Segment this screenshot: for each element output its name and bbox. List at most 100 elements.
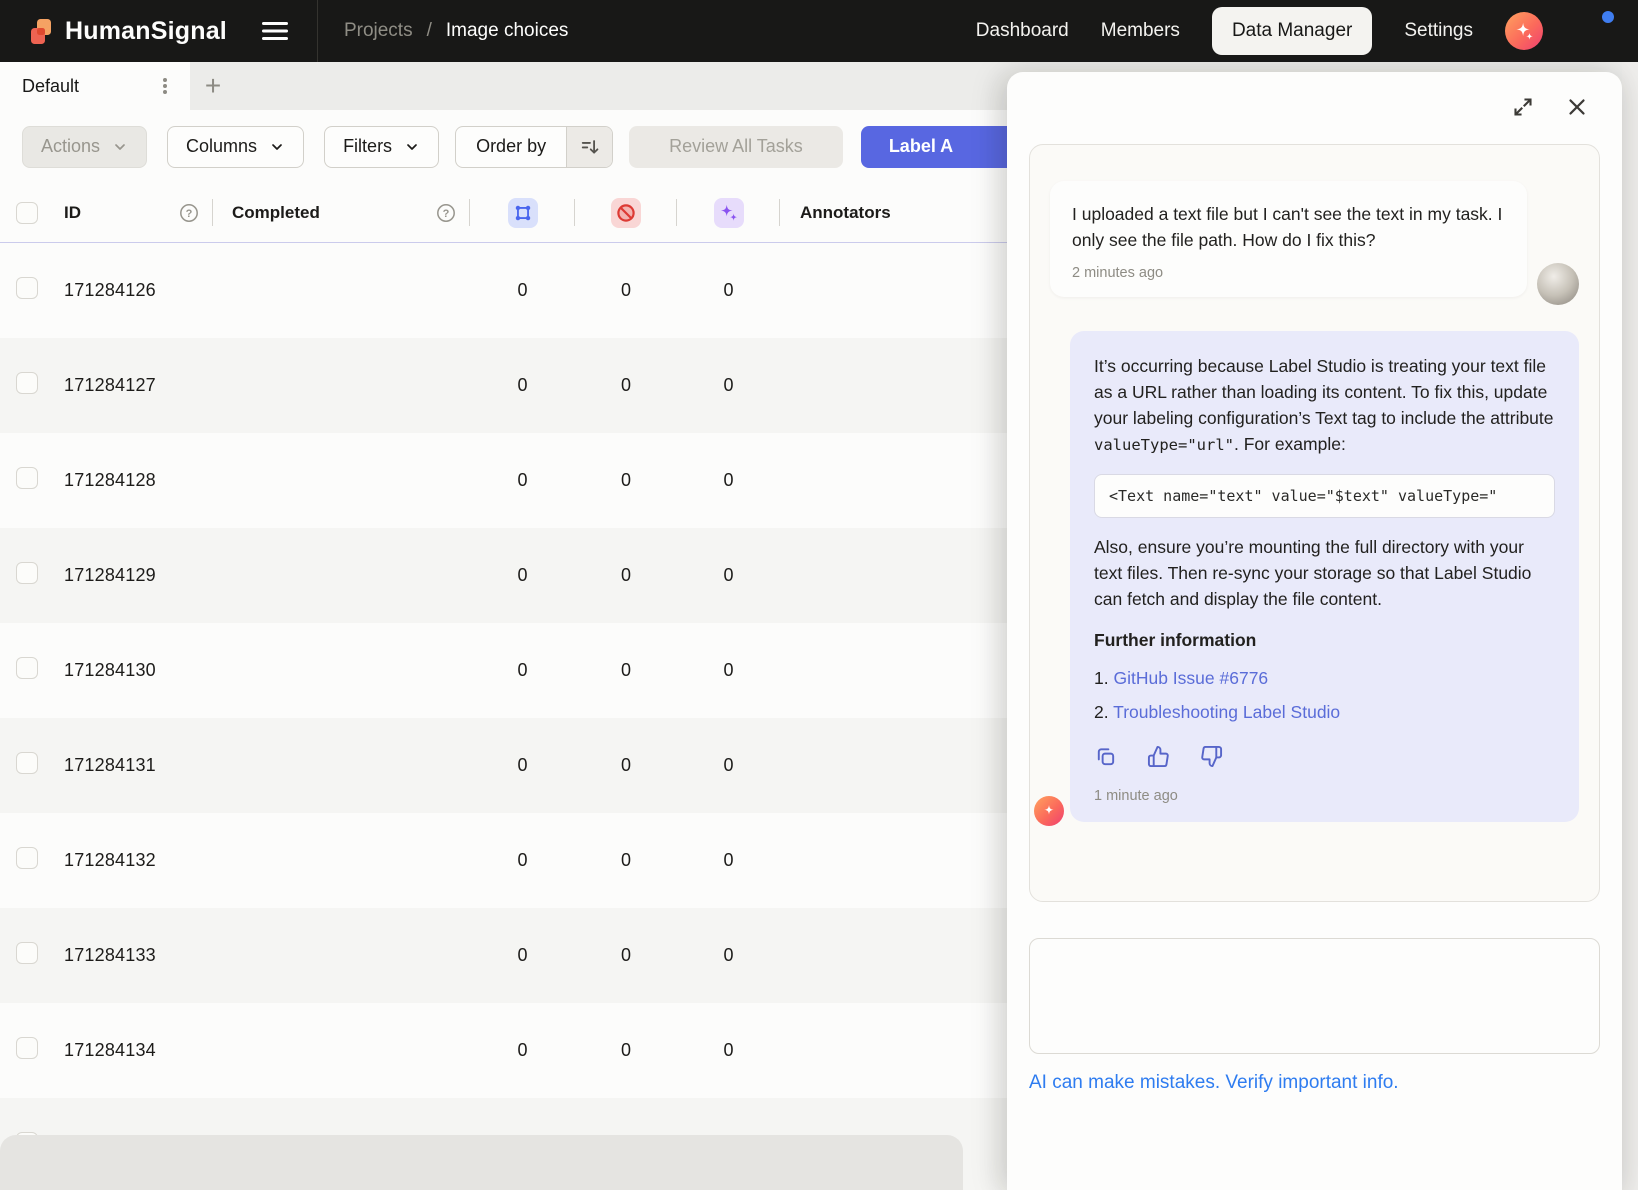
column-header-predictions[interactable] (677, 183, 780, 242)
task-predictions-count: 0 (677, 375, 780, 396)
thumbs-down-icon[interactable] (1200, 745, 1223, 768)
task-annotations-count: 0 (470, 375, 575, 396)
actions-label: Actions (41, 136, 100, 157)
code-block[interactable]: <Text name="text" value="$text" valueTyp… (1094, 474, 1555, 518)
inline-code: valueType="url" (1094, 436, 1234, 454)
reference-item: 2. Troubleshooting Label Studio (1094, 695, 1555, 729)
id-header-label: ID (64, 203, 81, 223)
user-chat-avatar (1537, 263, 1579, 305)
chevron-down-icon (404, 139, 420, 155)
add-tab-button[interactable]: + (190, 62, 236, 110)
copy-response-icon[interactable] (1094, 745, 1117, 768)
nav-item-members[interactable]: Members (1101, 20, 1180, 42)
task-predictions-count: 0 (677, 850, 780, 871)
hamburger-menu-icon[interactable] (261, 21, 289, 41)
reference-list: 1. GitHub Issue #6776 2. Troubleshooting… (1094, 661, 1555, 729)
task-annotations-count: 0 (470, 280, 575, 301)
github-issue-link[interactable]: GitHub Issue #6776 (1113, 668, 1268, 688)
task-annotations-count: 0 (470, 470, 575, 491)
row-checkbox[interactable] (16, 562, 38, 584)
humansignal-logo[interactable]: HumanSignal (28, 17, 227, 46)
expand-panel-icon[interactable] (1510, 94, 1536, 120)
breadcrumb-current-project: Image choices (446, 20, 569, 42)
online-status-dot (1602, 11, 1614, 23)
further-information-heading: Further information (1094, 630, 1555, 651)
select-all-checkbox[interactable] (16, 202, 38, 224)
thumbs-up-icon[interactable] (1147, 745, 1170, 768)
annotators-header-label: Annotators (800, 203, 891, 223)
help-icon[interactable]: ? (179, 203, 199, 223)
nav-item-data-manager[interactable]: Data Manager (1212, 7, 1372, 55)
task-annotations-count: 0 (470, 1040, 575, 1061)
close-panel-icon[interactable] (1564, 94, 1590, 120)
task-predictions-count: 0 (677, 1040, 780, 1061)
predictions-icon (714, 198, 744, 228)
task-id: 171284131 (48, 755, 213, 776)
task-cancelled-count: 0 (575, 945, 677, 966)
breadcrumb-separator: / (427, 20, 432, 42)
row-checkbox[interactable] (16, 467, 38, 489)
user-message: I uploaded a text file but I can't see t… (1050, 181, 1579, 297)
tab-default[interactable]: Default (0, 62, 190, 110)
assistant-paragraph-2: Also, ensure you’re mounting the full di… (1094, 534, 1555, 612)
task-annotations-count: 0 (470, 660, 575, 681)
ai-assistant-button[interactable] (1505, 12, 1543, 50)
row-checkbox[interactable] (16, 942, 38, 964)
user-avatar[interactable] (1575, 13, 1612, 50)
assistant-response-actions (1094, 745, 1555, 768)
review-all-tasks-button[interactable]: Review All Tasks (629, 126, 843, 168)
task-predictions-count: 0 (677, 945, 780, 966)
task-cancelled-count: 0 (575, 1040, 677, 1061)
task-cancelled-count: 0 (575, 280, 677, 301)
task-id: 171284127 (48, 375, 213, 396)
label-all-tasks-label: Label A (889, 136, 953, 157)
sort-icon (580, 137, 600, 157)
reference-number: 2. (1094, 702, 1109, 722)
filters-label: Filters (343, 136, 392, 157)
assistant-sparkle-avatar (1034, 796, 1064, 826)
column-header-id[interactable]: ID ? (48, 183, 213, 242)
row-checkbox[interactable] (16, 657, 38, 679)
row-checkbox[interactable] (16, 847, 38, 869)
column-header-cancelled[interactable] (575, 183, 677, 242)
filters-dropdown[interactable]: Filters (324, 126, 439, 168)
task-predictions-count: 0 (677, 280, 780, 301)
row-checkbox[interactable] (16, 372, 38, 394)
task-annotations-count: 0 (470, 850, 575, 871)
actions-dropdown[interactable]: Actions (22, 126, 147, 168)
task-id: 171284134 (48, 1040, 213, 1061)
row-checkbox[interactable] (16, 752, 38, 774)
columns-dropdown[interactable]: Columns (167, 126, 304, 168)
sparkle-icon (1513, 20, 1535, 42)
chat-composer-input[interactable] (1029, 938, 1600, 1054)
nav-item-settings[interactable]: Settings (1404, 20, 1473, 42)
column-header-annotations[interactable] (470, 183, 575, 242)
column-header-completed[interactable]: Completed ? (213, 183, 470, 242)
task-annotations-count: 0 (470, 565, 575, 586)
user-message-timestamp: 2 minutes ago (1072, 265, 1505, 281)
top-navbar: HumanSignal Projects / Image choices Das… (0, 0, 1638, 62)
svg-text:?: ? (186, 208, 193, 220)
ai-assistant-panel: I uploaded a text file but I can't see t… (1007, 72, 1622, 1190)
assistant-message-timestamp: 1 minute ago (1094, 788, 1555, 804)
navbar-right: Dashboard Members Data Manager Settings (976, 7, 1638, 55)
breadcrumb-projects[interactable]: Projects (344, 20, 413, 42)
cancelled-annotations-icon (611, 198, 641, 228)
help-icon[interactable]: ? (436, 203, 456, 223)
task-predictions-count: 0 (677, 565, 780, 586)
sort-direction-button[interactable] (566, 127, 612, 167)
row-checkbox[interactable] (16, 277, 38, 299)
humansignal-logo-icon (28, 18, 55, 45)
troubleshooting-link[interactable]: Troubleshooting Label Studio (1113, 702, 1340, 722)
order-by-control[interactable]: Order by (455, 126, 613, 168)
label-all-tasks-button[interactable]: Label A (861, 126, 1031, 168)
tab-options-kebab-icon[interactable] (152, 72, 178, 100)
nav-item-dashboard[interactable]: Dashboard (976, 20, 1069, 42)
task-cancelled-count: 0 (575, 660, 677, 681)
select-all-cell (0, 183, 48, 242)
ai-disclaimer-link[interactable]: AI can make mistakes. Verify important i… (1029, 1072, 1399, 1094)
row-checkbox[interactable] (16, 1037, 38, 1059)
horizontal-scrollbar[interactable] (0, 1135, 963, 1190)
window-scroll-gutter (1622, 62, 1638, 1190)
reference-item: 1. GitHub Issue #6776 (1094, 661, 1555, 695)
